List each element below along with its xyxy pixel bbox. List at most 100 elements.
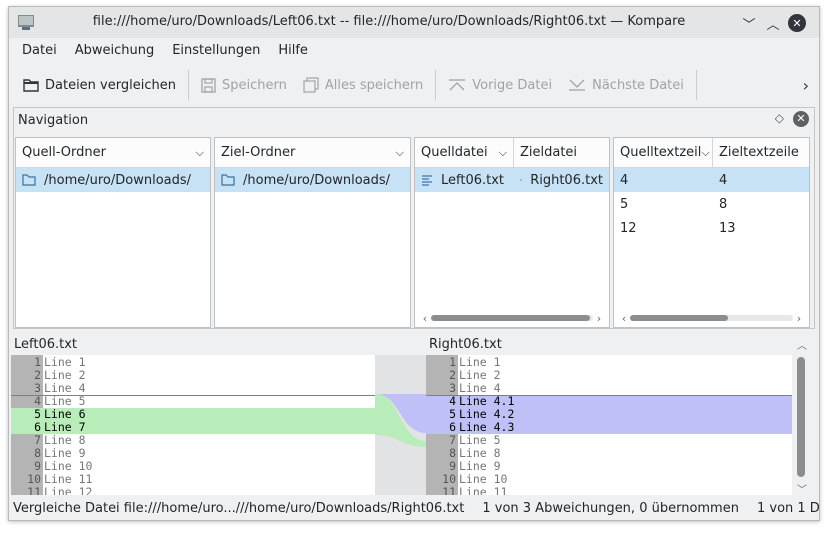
- dest-folder-path: /home/uro/Downloads/: [243, 172, 391, 188]
- diff-row[interactable]: 5 8: [614, 192, 809, 216]
- dest-file-header-label: Zieldatei: [519, 145, 578, 160]
- status-file-count: 1 von 1 Datei: [756, 500, 820, 516]
- diff-connector: [375, 355, 426, 495]
- source-line-cell: 5: [620, 196, 629, 212]
- folder-icon: [221, 174, 235, 186]
- chevron-right-icon[interactable]: ›: [793, 312, 805, 325]
- close-panel-button[interactable]: ✕: [793, 111, 809, 127]
- lines-horizontal-scrollbar[interactable]: ‹ ›: [618, 312, 805, 325]
- toolbar-separator: [187, 70, 189, 100]
- left-file-name: Left06.txt: [14, 337, 78, 352]
- arrow-down-icon: [569, 79, 586, 91]
- scrollbar-thumb[interactable]: [797, 357, 805, 477]
- scrollbar-thumb[interactable]: [630, 315, 728, 321]
- dest-file-column-header[interactable]: Zieldatei: [514, 138, 609, 167]
- scrollbar-thumb[interactable]: [431, 315, 590, 321]
- navigation-title: Navigation: [18, 113, 89, 128]
- previous-file-button[interactable]: Vorige Datei: [440, 70, 560, 100]
- dest-line-header-label: Zieltextzeile: [718, 145, 799, 160]
- chevron-left-icon[interactable]: ‹: [419, 312, 431, 325]
- line-number: 11: [442, 485, 456, 496]
- compare-files-label: Dateien vergleichen: [45, 77, 176, 93]
- chevron-down-icon[interactable]: ﹀: [797, 481, 807, 496]
- save-label: Speichern: [221, 77, 287, 93]
- toolbar-overflow-button[interactable]: ›: [803, 76, 809, 95]
- source-folder-path: /home/uro/Downloads/: [44, 172, 192, 188]
- text-file-icon: [422, 175, 432, 186]
- chevron-down-icon: ⌵: [195, 145, 204, 159]
- dest-line-cell: 8: [718, 196, 728, 212]
- source-line-header-label: Quelltextzeil: [620, 145, 702, 160]
- folder-icon: [22, 174, 36, 186]
- kompare-app-icon: [18, 15, 34, 30]
- text-file-icon: [520, 179, 523, 182]
- chevron-right-icon: ›: [802, 76, 809, 95]
- toolbar: Dateien vergleichen Speichern Alles spei…: [9, 67, 819, 103]
- chevron-up-icon[interactable]: ︿: [797, 337, 807, 352]
- dest-folder-column-header[interactable]: Ziel-Ordner ⌵: [215, 138, 410, 167]
- files-header: Quelldatei ⌵ Zieldatei: [415, 138, 609, 168]
- dest-folder-pane: Ziel-Ordner ⌵ /home/uro/Downloads/: [214, 137, 411, 328]
- right-code-line: 11 Line 11: [426, 485, 792, 496]
- menu-hilfe[interactable]: Hilfe: [269, 38, 317, 64]
- folder-icon: [23, 79, 39, 92]
- close-icon: ✕: [792, 16, 802, 30]
- status-file: Vergleiche Datei file:///home/uro...///h…: [13, 500, 465, 516]
- kompare-window: file:///home/uro/Downloads/Left06.txt --…: [8, 6, 820, 521]
- dest-folder-header-label: Ziel-Ordner: [221, 145, 296, 160]
- source-folder-column-header[interactable]: Quell-Ordner ⌵: [16, 138, 210, 167]
- source-folder-header-label: Quell-Ordner: [22, 145, 106, 160]
- diamond-icon: ◇: [774, 111, 784, 125]
- minimize-button[interactable]: ﹀: [739, 13, 759, 33]
- save-icon: [201, 77, 216, 93]
- status-diff-count: 1 von 3 Abweichungen, 0 übernommen: [482, 500, 739, 516]
- diff-row[interactable]: 12 13: [614, 216, 809, 240]
- next-file-button[interactable]: Nächste Datei: [560, 70, 692, 100]
- close-window-button[interactable]: ✕: [788, 14, 806, 32]
- source-folder-header: Quell-Ordner ⌵: [16, 138, 210, 168]
- chevron-down-icon: ⌵: [498, 145, 507, 159]
- menu-bar: Datei Abweichung Einstellungen Hilfe: [9, 38, 819, 64]
- navigation-panel: Navigation ◇ ✕ Quell-Ordner ⌵ /home/uro/…: [13, 107, 815, 329]
- source-file-column-header[interactable]: Quelldatei ⌵: [415, 138, 514, 167]
- source-line-column-header[interactable]: Quelltextzeil ⌵: [614, 138, 713, 167]
- maximize-button[interactable]: ︿: [763, 13, 783, 33]
- dest-line-cell: 4: [718, 172, 728, 188]
- source-file-header-label: Quelldatei: [421, 145, 488, 160]
- diff-vertical-scrollbar[interactable]: ︿ ﹀: [795, 333, 809, 496]
- save-all-button[interactable]: Alles speichern: [295, 70, 431, 100]
- dest-line-column-header[interactable]: Zieltextzeile: [713, 138, 809, 167]
- dest-folder-item[interactable]: /home/uro/Downloads/: [215, 168, 410, 192]
- right-text-view[interactable]: 1 Line 1 2 Line 2 3 Line 4 4 Line 4.1 5 Line 4.2 6…: [426, 355, 792, 495]
- source-folder-pane: Quell-Ordner ⌵ /home/uro/Downloads/: [15, 137, 211, 328]
- file-pair-row[interactable]: Left06.txt Right06.txt: [415, 168, 609, 192]
- compare-files-button[interactable]: Dateien vergleichen: [15, 70, 184, 100]
- next-file-label: Nächste Datei: [592, 77, 684, 93]
- save-all-label: Alles speichern: [324, 77, 424, 93]
- source-line-cell: 12: [620, 220, 637, 236]
- close-icon: ✕: [796, 112, 806, 125]
- files-horizontal-scrollbar[interactable]: ‹ ›: [419, 312, 605, 325]
- diff-row[interactable]: 4 4: [614, 168, 809, 192]
- toolbar-separator: [435, 70, 437, 100]
- source-folder-item[interactable]: /home/uro/Downloads/: [16, 168, 210, 192]
- chevron-down-icon: ⌵: [395, 145, 404, 159]
- menu-abweichung[interactable]: Abweichung: [66, 38, 164, 64]
- save-button[interactable]: Speichern: [193, 70, 295, 100]
- line-text: Line 11: [459, 485, 508, 496]
- chevron-down-icon: ⌵: [701, 145, 710, 159]
- chevron-right-icon[interactable]: ›: [593, 312, 605, 325]
- left-code-line: 11 Line 12: [11, 485, 375, 496]
- chevron-left-icon[interactable]: ‹: [618, 312, 630, 325]
- files-pane: Quelldatei ⌵ Zieldatei Left06.txt Right0…: [414, 137, 610, 328]
- menu-datei[interactable]: Datei: [13, 38, 66, 64]
- menu-einstellungen[interactable]: Einstellungen: [163, 38, 269, 64]
- diff-view: Left06.txt Right06.txt 1 Line 1 2 Line 2 3 Li…: [9, 333, 819, 496]
- left-text-view[interactable]: 1 Line 1 2 Line 2 3 Line 4 4 Line 5 5 Line 6 6 Line…: [11, 355, 375, 495]
- float-panel-button[interactable]: ◇: [775, 111, 784, 125]
- line-number: 11: [27, 485, 41, 496]
- lines-header: Quelltextzeil ⌵ Zieltextzeile: [614, 138, 809, 168]
- chevron-up-icon: ︿: [766, 17, 780, 33]
- status-bar: Vergleiche Datei file:///home/uro...///h…: [9, 495, 820, 520]
- chevron-down-icon: ﹀: [742, 17, 756, 33]
